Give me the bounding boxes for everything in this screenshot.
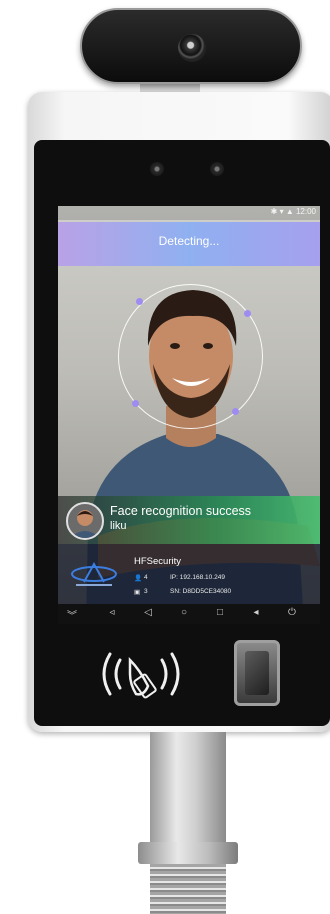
device-info-panel: HFSecurity 👤 4 IP: 192.168.10.249 ▣ 3 SN…: [58, 544, 320, 604]
volume-icon[interactable]: ◃: [104, 607, 120, 618]
hfsecurity-logo-icon: [71, 561, 117, 586]
tracking-point: [232, 408, 239, 415]
fingerprint-sensor[interactable]: [234, 640, 280, 706]
recent-apps-icon[interactable]: □: [212, 607, 228, 618]
mounting-pole: [150, 732, 226, 844]
company-name: HFSecurity: [134, 556, 181, 567]
recognition-status-text: Face recognition success: [110, 504, 252, 518]
nfc-card-reader-icon[interactable]: [96, 646, 186, 702]
power-icon[interactable]: ⏻: [284, 607, 300, 618]
ir-sensor-right-icon: [210, 162, 224, 176]
tracking-point: [244, 310, 251, 317]
face-tracking-ring: [118, 284, 263, 429]
back-icon[interactable]: ◁: [140, 607, 156, 618]
face-count: 3: [144, 588, 148, 595]
avatar: [66, 502, 104, 540]
face-db-icon: ▣: [134, 589, 141, 596]
navigation-bar: ︾ ◃ ◁ ○ □ ◂ ⏻: [58, 604, 320, 624]
recognition-result-banner: Face recognition success liku: [58, 496, 320, 544]
home-icon[interactable]: ○: [176, 607, 192, 618]
status-bar: ✱ ▾ ▲ 12:00: [58, 206, 320, 220]
volume-up-icon[interactable]: ◂: [248, 607, 264, 618]
touch-screen[interactable]: ✱ ▾ ▲ 12:00 Detecting... Face recognitio…: [58, 206, 320, 624]
status-bar-text: ✱ ▾ ▲ 12:00: [270, 207, 316, 216]
chevron-down-icon[interactable]: ︾: [64, 607, 80, 622]
serial-number: SN: D8DD5CE34080: [170, 588, 232, 595]
pole-flange: [138, 842, 238, 864]
fingerprint-window-icon: [245, 651, 269, 695]
camera-lens-icon: [178, 34, 206, 62]
camera-module: [80, 8, 302, 84]
tracking-point: [132, 400, 139, 407]
person-count: 4: [144, 574, 148, 581]
tracking-point: [136, 298, 143, 305]
detecting-banner: Detecting...: [58, 222, 320, 266]
ip-address: IP: 192.168.10.249: [170, 574, 225, 581]
detecting-text: Detecting...: [158, 234, 220, 248]
pole-thread: [150, 864, 226, 914]
person-icon: 👤: [134, 575, 143, 582]
recognized-person-name: liku: [110, 520, 127, 532]
ir-sensor-left-icon: [150, 162, 164, 176]
